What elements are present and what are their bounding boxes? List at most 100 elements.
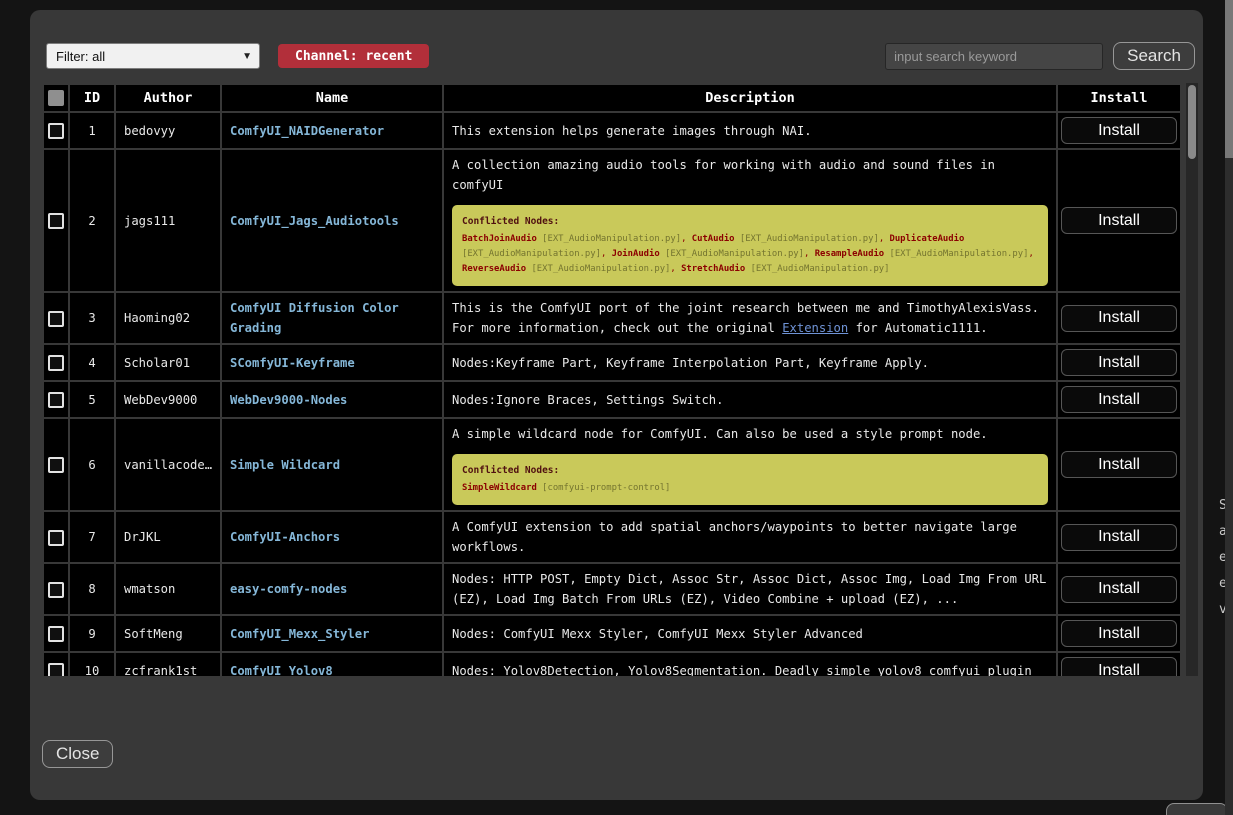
filter-select[interactable]: Filter: all ▼ <box>46 43 260 69</box>
cell-install: Install <box>1058 419 1180 510</box>
page: S a e e v Filter: all ▼ Channel: recent … <box>0 0 1233 815</box>
install-button[interactable]: Install <box>1061 386 1177 413</box>
cell-description: Nodes:Ignore Braces, Settings Switch. <box>444 382 1056 417</box>
node-name-link[interactable]: ComfyUI Yolov8 <box>230 664 333 677</box>
cell-checkbox <box>44 113 68 148</box>
row-checkbox[interactable] <box>48 392 64 408</box>
install-button[interactable]: Install <box>1061 451 1177 478</box>
select-all-checkbox[interactable] <box>48 90 64 106</box>
conflict-node-name: StretchAudio <box>681 264 745 274</box>
cell-checkbox <box>44 512 68 562</box>
cell-install: Install <box>1058 512 1180 562</box>
header-description: Description <box>444 85 1056 111</box>
header-install: Install <box>1058 85 1180 111</box>
conflict-node-source: [EXT_AudioManipulation.py] <box>531 264 670 274</box>
partial-background-button[interactable] <box>1166 803 1228 815</box>
cell-name: ComfyUI-Anchors <box>222 512 442 562</box>
conflict-node-source: [EXT_AudioManipulation.py] <box>665 249 804 259</box>
description-text: This extension helps generate images thr… <box>452 121 1048 141</box>
cell-id: 8 <box>70 564 114 614</box>
page-scrollbar-thumb[interactable] <box>1225 0 1233 158</box>
table-row: 9 SoftMeng ComfyUI_Mexx_Styler Nodes: Co… <box>44 616 1180 651</box>
install-button[interactable]: Install <box>1061 207 1177 234</box>
row-checkbox[interactable] <box>48 663 64 676</box>
cell-checkbox <box>44 653 68 676</box>
table-header-row: ID Author Name Description Install <box>44 85 1180 111</box>
cell-author: jags111 <box>116 150 220 291</box>
cell-id: 3 <box>70 293 114 343</box>
cell-install: Install <box>1058 564 1180 614</box>
conflicted-nodes-list: SimpleWildcard [comfyui-prompt-control] <box>462 481 1038 496</box>
search-input[interactable] <box>885 43 1103 70</box>
table-scrollbar[interactable] <box>1186 83 1198 676</box>
node-name-link[interactable]: ComfyUI_Jags_Audiotools <box>230 214 399 228</box>
cell-name: ComfyUI_Jags_Audiotools <box>222 150 442 291</box>
cell-name: WebDev9000-Nodes <box>222 382 442 417</box>
cell-id: 7 <box>70 512 114 562</box>
row-checkbox[interactable] <box>48 457 64 473</box>
conflict-node-name: BatchJoinAudio <box>462 234 537 244</box>
close-button[interactable]: Close <box>42 740 113 768</box>
conflict-node-source: [EXT_AudioManipulation.py] <box>740 234 879 244</box>
install-button[interactable]: Install <box>1061 620 1177 647</box>
search-button[interactable]: Search <box>1113 42 1195 70</box>
node-name-link[interactable]: ComfyUI-Anchors <box>230 530 340 544</box>
row-checkbox[interactable] <box>48 123 64 139</box>
cell-name: ComfyUI Diffusion Color Grading <box>222 293 442 343</box>
cell-description: This extension helps generate images thr… <box>444 113 1056 148</box>
header-author: Author <box>116 85 220 111</box>
node-name-link[interactable]: ComfyUI_NAIDGenerator <box>230 124 384 138</box>
description-text: Nodes: ComfyUI Mexx Styler, ComfyUI Mexx… <box>452 624 1048 644</box>
node-name-link[interactable]: WebDev9000-Nodes <box>230 393 347 407</box>
table-scrollbar-thumb[interactable] <box>1188 85 1196 159</box>
cell-checkbox <box>44 293 68 343</box>
install-button[interactable]: Install <box>1061 576 1177 603</box>
install-button[interactable]: Install <box>1061 524 1177 551</box>
cell-name: ComfyUI_Mexx_Styler <box>222 616 442 651</box>
install-button[interactable]: Install <box>1061 305 1177 332</box>
node-name-link[interactable]: easy-comfy-nodes <box>230 582 347 596</box>
table-row: 7 DrJKL ComfyUI-Anchors A ComfyUI extens… <box>44 512 1180 562</box>
cell-install: Install <box>1058 113 1180 148</box>
row-checkbox[interactable] <box>48 530 64 546</box>
node-name-link[interactable]: ComfyUI Diffusion Color Grading <box>230 301 399 335</box>
conflict-node-name: SimpleWildcard <box>462 483 537 493</box>
description-text: A collection amazing audio tools for wor… <box>452 155 1048 195</box>
install-button[interactable]: Install <box>1061 117 1177 144</box>
description-text: Nodes: Yolov8Detection, Yolov8Segmentati… <box>452 661 1048 677</box>
page-scrollbar[interactable] <box>1225 0 1233 815</box>
node-name-link[interactable]: Simple Wildcard <box>230 458 340 472</box>
search-group: Search <box>885 42 1195 70</box>
cell-checkbox <box>44 150 68 291</box>
install-button[interactable]: Install <box>1061 657 1177 676</box>
description-link[interactable]: Extension <box>782 321 848 335</box>
table-row: 2 jags111 ComfyUI_Jags_Audiotools A coll… <box>44 150 1180 291</box>
custom-nodes-table-wrap: ID Author Name Description Install 1 bed… <box>42 83 1198 676</box>
row-checkbox[interactable] <box>48 355 64 371</box>
cell-author: vanillacode… <box>116 419 220 510</box>
conflicted-nodes-box: Conflicted Nodes:SimpleWildcard [comfyui… <box>452 454 1048 505</box>
row-checkbox[interactable] <box>48 582 64 598</box>
row-checkbox[interactable] <box>48 213 64 229</box>
cell-checkbox <box>44 345 68 380</box>
cell-install: Install <box>1058 616 1180 651</box>
cell-checkbox <box>44 382 68 417</box>
row-checkbox[interactable] <box>48 311 64 327</box>
description-text: A simple wildcard node for ComfyUI. Can … <box>452 424 1048 444</box>
conflict-node-name: ResampleAudio <box>815 249 884 259</box>
node-name-link[interactable]: SComfyUI-Keyframe <box>230 356 355 370</box>
table-row: 1 bedovyy ComfyUI_NAIDGenerator This ext… <box>44 113 1180 148</box>
install-button[interactable]: Install <box>1061 349 1177 376</box>
cell-name: ComfyUI_NAIDGenerator <box>222 113 442 148</box>
cell-checkbox <box>44 419 68 510</box>
cell-author: DrJKL <box>116 512 220 562</box>
description-text: Nodes:Keyframe Part, Keyframe Interpolat… <box>452 353 1048 373</box>
conflict-node-name: DuplicateAudio <box>890 234 965 244</box>
cell-id: 9 <box>70 616 114 651</box>
table-row: 8 wmatson easy-comfy-nodes Nodes: HTTP P… <box>44 564 1180 614</box>
conflict-node-source: [EXT_AudioManipulation.py] <box>542 234 681 244</box>
row-checkbox[interactable] <box>48 626 64 642</box>
conflicted-nodes-box: Conflicted Nodes:BatchJoinAudio [EXT_Aud… <box>452 205 1048 286</box>
node-name-link[interactable]: ComfyUI_Mexx_Styler <box>230 627 369 641</box>
conflict-node-source: [EXT_AudioManipulation.py] <box>751 264 890 274</box>
